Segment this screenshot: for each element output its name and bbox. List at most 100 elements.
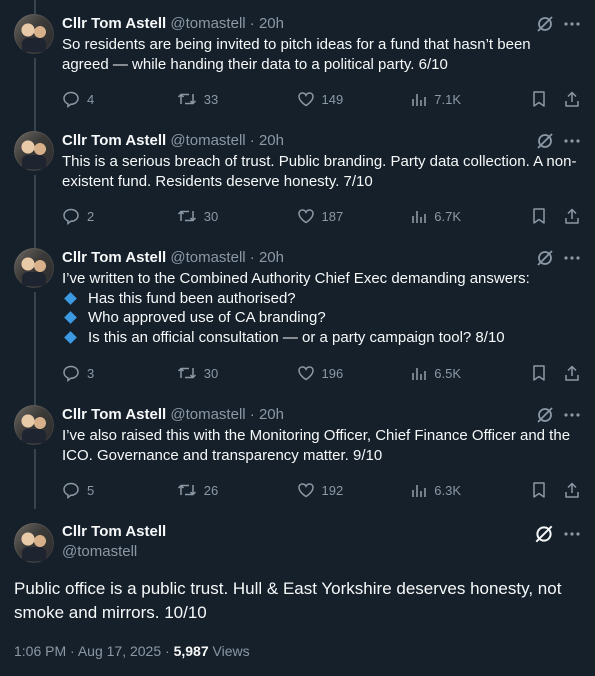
views-count: 6.7K [434,208,461,224]
list-item-text: Who approved use of CA branding? [88,309,326,326]
tweet-6[interactable]: Cllr Tom Astell @tomastell · 20h So resi… [0,0,595,117]
tweet-text: I’ve also raised this with the Monitorin… [62,427,571,464]
separator-dot: · [249,249,255,266]
author-name[interactable]: Cllr Tom Astell [62,15,166,32]
share-icon[interactable] [563,481,581,499]
retweet-button[interactable]: 30 [177,364,297,382]
reply-count: 3 [87,365,95,381]
grok-icon[interactable] [535,405,555,425]
views-button[interactable]: 7.1K [411,91,531,107]
author-handle[interactable]: @tomastell [62,543,137,560]
like-icon [297,366,314,381]
avatar[interactable] [14,405,54,445]
tweet-actions: 5 26 192 6.3K [62,481,581,499]
tweet-time[interactable]: 20h [259,15,284,32]
tweet-time[interactable]: 20h [259,132,284,149]
list-item: Has this fund been authorised? [62,289,581,309]
tweet-text: I’ve written to the Combined Authority C… [62,269,581,347]
more-icon[interactable] [563,132,581,150]
author-name[interactable]: Cllr Tom Astell [62,132,166,149]
more-icon[interactable] [563,15,581,33]
reply-button[interactable]: 3 [62,364,177,382]
retweet-button[interactable]: 33 [177,90,297,108]
bookmark-icon[interactable] [531,207,547,225]
avatar[interactable] [14,523,54,563]
reply-count: 4 [87,91,95,107]
tweet-time[interactable]: 1:06 PM [14,643,66,659]
reply-button[interactable]: 5 [62,481,177,499]
reply-button[interactable]: 2 [62,207,177,225]
views-count: 7.1K [434,91,461,107]
author-name[interactable]: Cllr Tom Astell [62,523,166,540]
tweet-date[interactable]: Aug 17, 2025 [78,643,161,659]
author-handle[interactable]: @tomastell [170,132,245,149]
tweet-text: This is a serious breach of trust. Publi… [62,153,577,190]
views-button[interactable]: 6.7K [411,208,531,224]
grok-icon[interactable] [535,131,555,151]
more-icon[interactable] [563,406,581,424]
tweet-8[interactable]: Cllr Tom Astell @tomastell · 20h I’ve wr… [0,234,595,391]
retweet-icon [177,367,196,379]
author-handle[interactable]: @tomastell [170,249,245,266]
reply-icon [63,365,79,382]
tweet-header: Cllr Tom Astell @tomastell · 20h [62,14,581,34]
views-label: Views [212,643,250,659]
more-icon[interactable] [563,249,581,267]
share-icon[interactable] [563,364,581,382]
share-icon[interactable] [563,90,581,108]
like-count: 187 [321,208,344,224]
grok-icon[interactable] [533,523,555,545]
list-item: Who approved use of CA branding? [62,308,581,328]
more-icon[interactable] [563,525,581,543]
views-button[interactable]: 6.3K [411,482,531,498]
diamond-bullet-icon [64,330,77,344]
like-icon [297,483,314,498]
author-name[interactable]: Cllr Tom Astell [62,406,166,423]
views-icon [412,485,427,497]
like-button[interactable]: 187 [297,207,412,225]
separator-dot: · [165,643,170,659]
tweet-time[interactable]: 20h [259,249,284,266]
like-button[interactable]: 192 [297,481,412,499]
like-button[interactable]: 196 [297,364,412,382]
bookmark-icon[interactable] [531,364,547,382]
retweet-count: 30 [203,208,219,224]
retweet-button[interactable]: 30 [177,207,297,225]
reply-icon [63,91,79,108]
share-icon[interactable] [563,207,581,225]
tweet-header: Cllr Tom Astell @tomastell · 20h [62,405,581,425]
like-icon [297,92,314,107]
author-name[interactable]: Cllr Tom Astell [62,249,166,266]
bookmark-icon[interactable] [531,481,547,499]
avatar[interactable] [14,131,54,171]
grok-icon[interactable] [535,248,555,268]
author-handle[interactable]: @tomastell [170,406,245,423]
retweet-button[interactable]: 26 [177,481,297,499]
grok-icon[interactable] [535,14,555,34]
like-icon [297,209,314,224]
tweet-time[interactable]: 20h [259,406,284,423]
views-button[interactable]: 6.5K [411,365,531,381]
views-count: 5,987 [173,643,209,659]
retweet-count: 26 [203,482,219,498]
reply-button[interactable]: 4 [62,90,177,108]
reply-count: 5 [87,482,95,498]
retweet-icon [177,484,196,496]
bookmark-icon[interactable] [531,90,547,108]
like-count: 196 [321,365,344,381]
retweet-count: 33 [203,91,219,107]
tweet-7[interactable]: Cllr Tom Astell @tomastell · 20h This is… [0,117,595,234]
retweet-count: 30 [203,365,219,381]
tweet-actions: 4 33 149 7.1K [62,90,581,108]
list-item-text: Has this fund been authorised? [88,289,296,307]
author-handle[interactable]: @tomastell [170,15,245,32]
avatar[interactable] [14,248,54,288]
retweet-icon [177,210,196,222]
avatar[interactable] [14,14,54,54]
views-icon [412,368,427,380]
reply-count: 2 [87,208,95,224]
like-button[interactable]: 149 [297,90,412,108]
tweet-9[interactable]: Cllr Tom Astell @tomastell · 20h I’ve al… [0,391,595,508]
tweet-actions: 2 30 187 6.7K [62,207,581,225]
views-count: 6.5K [434,365,461,381]
